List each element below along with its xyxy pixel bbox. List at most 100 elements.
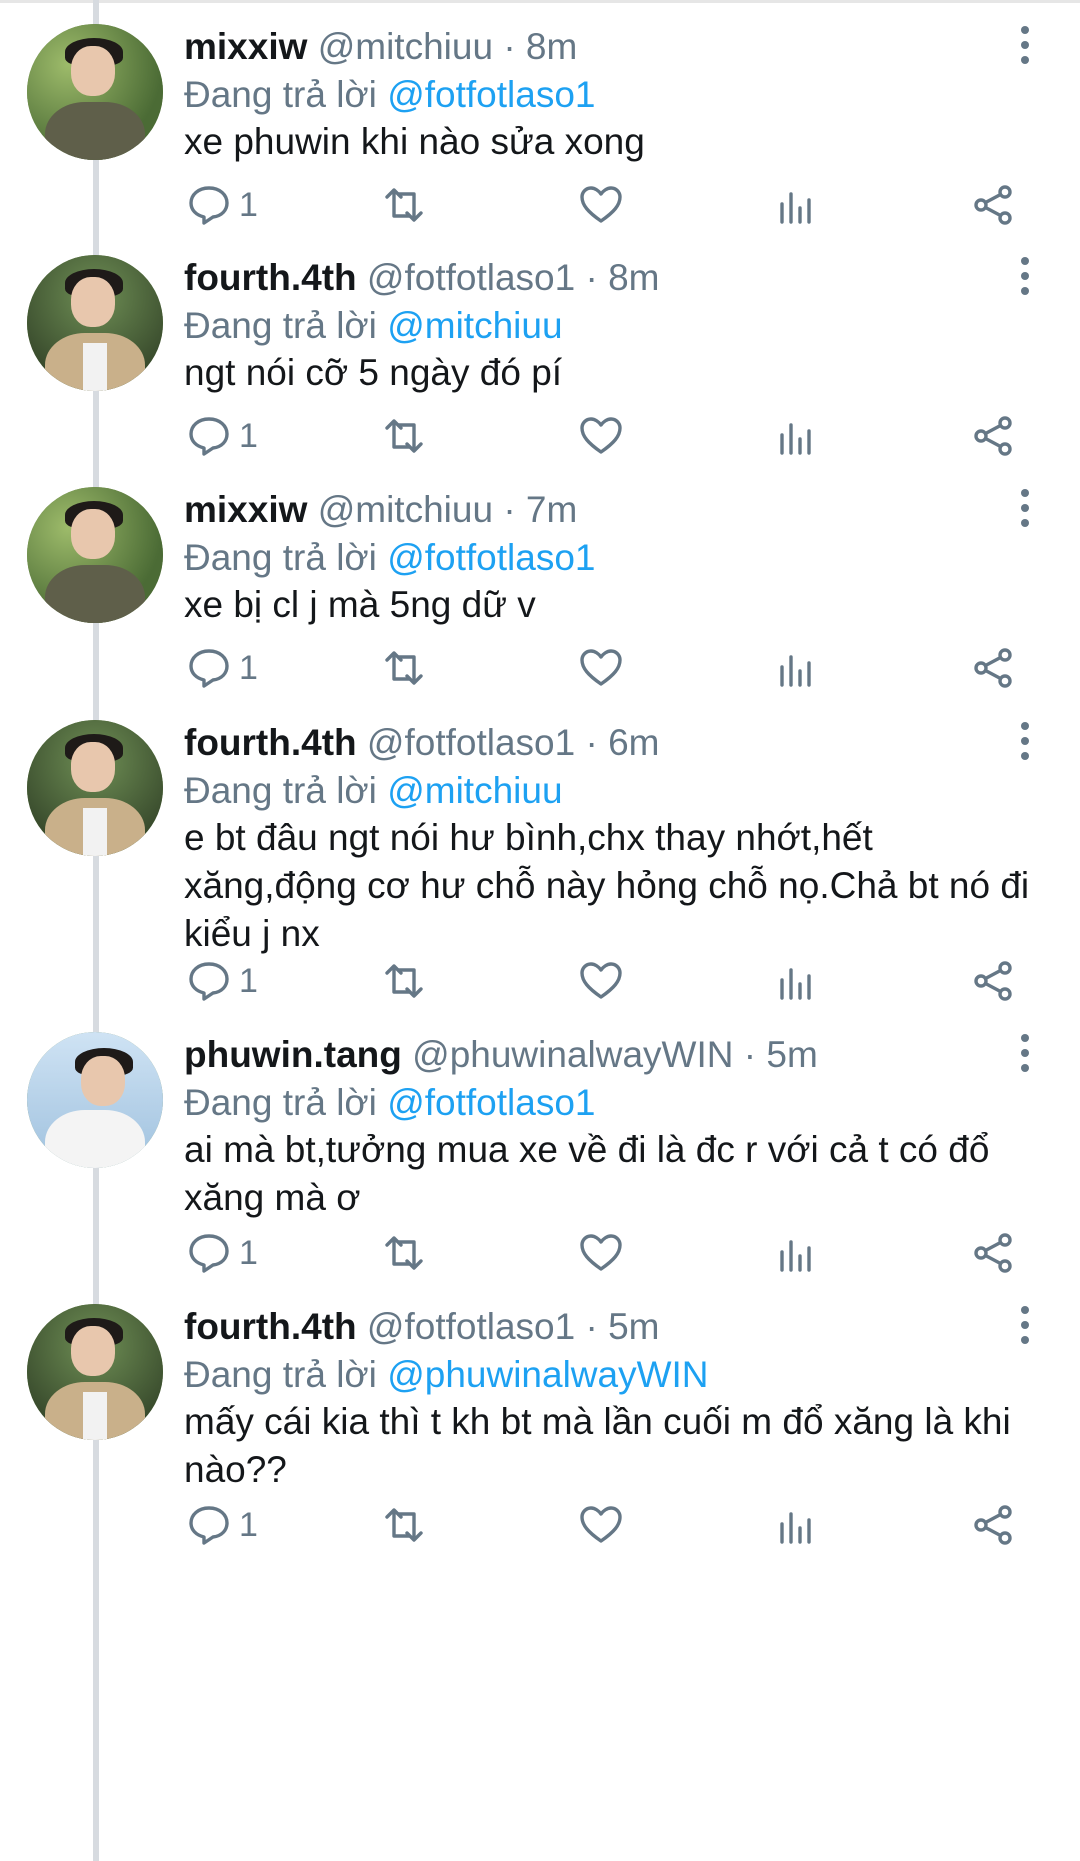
- bar-chart-icon: [780, 655, 811, 687]
- more-vertical-icon[interactable]: [1018, 253, 1032, 299]
- bar-chart-icon: [780, 1240, 811, 1272]
- dot-separator: ·: [743, 1034, 757, 1075]
- reply-button[interactable]: 1: [187, 1232, 267, 1274]
- analytics-button[interactable]: [778, 1232, 814, 1274]
- share-button[interactable]: [972, 184, 1014, 226]
- retweet-icon: [385, 1236, 423, 1270]
- tweet-header: mixxiw @mitchiuu · 8m: [184, 22, 577, 72]
- avatar[interactable]: [27, 1304, 163, 1440]
- timestamp[interactable]: 6m: [608, 722, 659, 763]
- tweet-text: ai mà bt,tưởng mua xe về đi là đc r với …: [184, 1129, 990, 1218]
- author-name[interactable]: fourth.4th: [184, 1306, 357, 1347]
- reply-button[interactable]: 1: [187, 415, 267, 457]
- author-name[interactable]: fourth.4th: [184, 257, 357, 298]
- more-vertical-icon[interactable]: [1018, 1030, 1032, 1076]
- like-button[interactable]: [578, 647, 624, 689]
- retweet-button[interactable]: [380, 960, 428, 1002]
- like-button[interactable]: [578, 184, 624, 226]
- dot-separator: ·: [503, 489, 516, 530]
- like-button[interactable]: [578, 1232, 624, 1274]
- reply-prefix: Đang trả lời: [184, 1354, 377, 1395]
- author-handle[interactable]: @mitchiuu: [318, 489, 493, 530]
- more-vertical-icon[interactable]: [1018, 485, 1032, 531]
- dot-separator: ·: [585, 257, 598, 298]
- timestamp[interactable]: 8m: [526, 26, 577, 67]
- action-bar: 1: [0, 956, 1080, 1006]
- author-name[interactable]: mixxiw: [184, 489, 307, 530]
- reply-button[interactable]: 1: [187, 960, 267, 1002]
- reply-prefix: Đang trả lời: [184, 1082, 377, 1123]
- timestamp[interactable]: 5m: [608, 1306, 659, 1347]
- like-button[interactable]: [578, 1504, 624, 1546]
- reply-prefix: Đang trả lời: [184, 74, 377, 115]
- comment-icon: [189, 962, 229, 1001]
- reply-count: 1: [239, 649, 258, 687]
- reply-button[interactable]: 1: [187, 1504, 267, 1546]
- analytics-button[interactable]: [778, 1504, 814, 1546]
- replying-to: Đang trả lời @mitchiuu: [184, 301, 563, 351]
- like-button[interactable]: [578, 415, 624, 457]
- share-icon: [974, 1505, 1012, 1545]
- analytics-button[interactable]: [778, 184, 814, 226]
- retweet-button[interactable]: [380, 1504, 428, 1546]
- reply-to-handle[interactable]: @fotfotlaso1: [387, 1082, 595, 1123]
- author-name[interactable]: mixxiw: [184, 26, 307, 67]
- reply-to-handle[interactable]: @mitchiuu: [387, 770, 562, 811]
- bar-chart-icon: [780, 423, 811, 455]
- author-handle[interactable]: @phuwinalwayWIN: [412, 1034, 733, 1075]
- tweet-text: ngt nói cỡ 5 ngày đó pí: [184, 352, 563, 393]
- share-button[interactable]: [972, 1504, 1014, 1546]
- analytics-button[interactable]: [778, 647, 814, 689]
- reply-to-handle[interactable]: @fotfotlaso1: [387, 74, 595, 115]
- action-bar: 1: [0, 180, 1080, 230]
- share-button[interactable]: [972, 647, 1014, 689]
- analytics-button[interactable]: [778, 960, 814, 1002]
- action-bar: 1: [0, 411, 1080, 461]
- reply-prefix: Đang trả lời: [184, 537, 377, 578]
- reply-count: 1: [239, 1506, 258, 1544]
- more-vertical-icon[interactable]: [1018, 718, 1032, 764]
- avatar[interactable]: [27, 1032, 163, 1168]
- share-button[interactable]: [972, 415, 1014, 457]
- heart-icon: [580, 1234, 622, 1271]
- tweet-text: xe bị cl j mà 5ng dữ v: [184, 584, 536, 625]
- more-vertical-icon[interactable]: [1018, 1302, 1032, 1348]
- timestamp[interactable]: 8m: [608, 257, 659, 298]
- share-button[interactable]: [972, 1232, 1014, 1274]
- reply-count: 1: [239, 186, 258, 224]
- avatar[interactable]: [27, 487, 163, 623]
- reply-to-handle[interactable]: @phuwinalwayWIN: [387, 1354, 708, 1395]
- avatar[interactable]: [27, 24, 163, 160]
- share-button[interactable]: [972, 960, 1014, 1002]
- timestamp[interactable]: 5m: [766, 1034, 817, 1075]
- dot-separator: ·: [585, 722, 598, 763]
- tweet-header: phuwin.tang @phuwinalwayWIN · 5m: [184, 1030, 818, 1080]
- retweet-button[interactable]: [380, 647, 428, 689]
- retweet-icon: [385, 1508, 423, 1542]
- tweet-header: fourth.4th @fotfotlaso1 · 8m: [184, 253, 660, 303]
- avatar[interactable]: [27, 720, 163, 856]
- reply-count: 1: [239, 1234, 258, 1272]
- author-name[interactable]: fourth.4th: [184, 722, 357, 763]
- author-handle[interactable]: @fotfotlaso1: [367, 257, 575, 298]
- reply-to-handle[interactable]: @mitchiuu: [387, 305, 562, 346]
- author-handle[interactable]: @fotfotlaso1: [367, 722, 575, 763]
- like-button[interactable]: [578, 960, 624, 1002]
- author-handle[interactable]: @fotfotlaso1: [367, 1306, 575, 1347]
- author-name[interactable]: phuwin.tang: [184, 1034, 402, 1075]
- timestamp[interactable]: 7m: [526, 489, 577, 530]
- avatar[interactable]: [27, 255, 163, 391]
- analytics-button[interactable]: [778, 415, 814, 457]
- share-icon: [974, 961, 1012, 1001]
- more-vertical-icon[interactable]: [1018, 22, 1032, 68]
- replying-to: Đang trả lời @mitchiuu: [184, 766, 563, 816]
- tweet-header: fourth.4th @fotfotlaso1 · 5m: [184, 1302, 660, 1352]
- author-handle[interactable]: @mitchiuu: [318, 26, 493, 67]
- retweet-button[interactable]: [380, 415, 428, 457]
- retweet-button[interactable]: [380, 184, 428, 226]
- reply-button[interactable]: 1: [187, 184, 267, 226]
- top-divider: [0, 0, 1080, 3]
- retweet-button[interactable]: [380, 1232, 428, 1274]
- reply-to-handle[interactable]: @fotfotlaso1: [387, 537, 595, 578]
- reply-button[interactable]: 1: [187, 647, 267, 689]
